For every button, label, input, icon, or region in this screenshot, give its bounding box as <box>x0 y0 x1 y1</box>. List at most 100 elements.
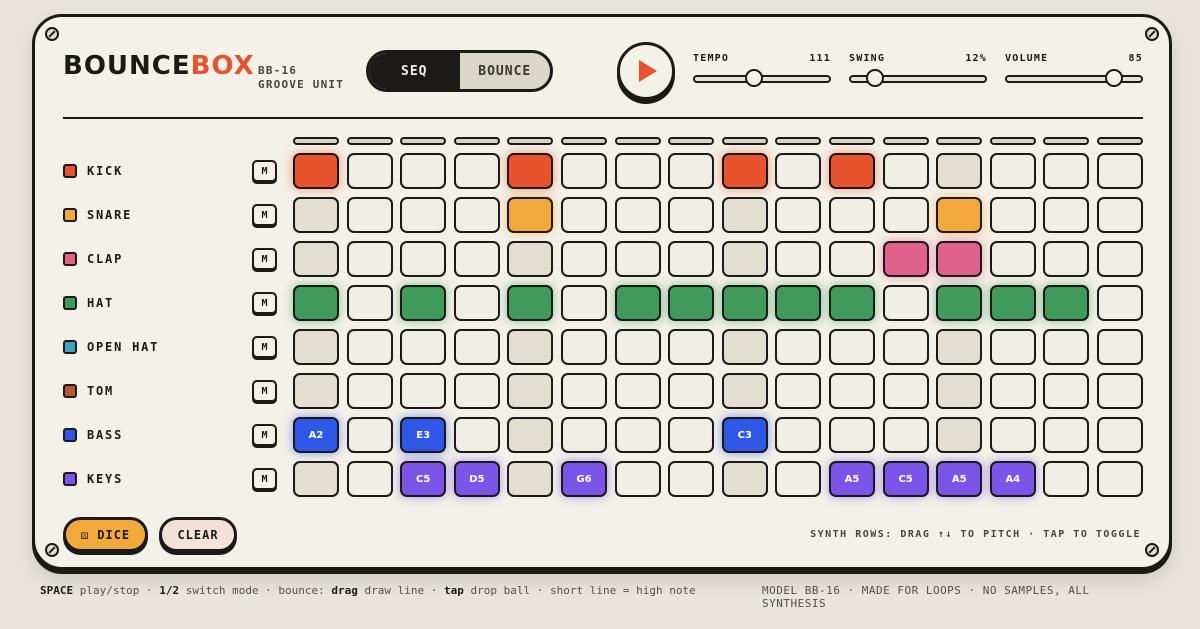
step-pad[interactable] <box>561 417 607 453</box>
step-pad[interactable] <box>668 197 715 233</box>
swing-knob[interactable] <box>866 69 885 87</box>
step-pad[interactable] <box>1043 461 1090 497</box>
step-pad[interactable] <box>614 197 661 233</box>
step-pad[interactable] <box>346 153 393 189</box>
step-pad[interactable] <box>775 417 822 453</box>
step-pad[interactable] <box>1043 241 1090 277</box>
step-pad[interactable] <box>775 329 822 365</box>
step-pad[interactable] <box>775 197 822 233</box>
clear-button[interactable]: CLEAR <box>159 517 237 552</box>
step-pad[interactable] <box>293 241 339 277</box>
mode-bounce-button[interactable]: BOUNCE <box>460 53 551 89</box>
step-pad[interactable] <box>829 417 875 453</box>
step-pad[interactable] <box>293 373 339 409</box>
step-pad[interactable] <box>989 153 1036 189</box>
step-pad[interactable] <box>936 153 983 189</box>
step-pad[interactable] <box>293 197 339 233</box>
step-pad[interactable] <box>989 241 1036 277</box>
tempo-track[interactable] <box>693 69 831 87</box>
step-pad[interactable]: E3 <box>400 417 447 453</box>
step-pad[interactable] <box>293 153 339 189</box>
step-pad[interactable] <box>989 197 1036 233</box>
step-pad[interactable] <box>1043 285 1090 321</box>
step-pad[interactable] <box>721 373 768 409</box>
step-pad[interactable] <box>1097 461 1143 497</box>
step-pad[interactable] <box>668 417 715 453</box>
step-pad[interactable] <box>293 285 339 321</box>
step-pad[interactable] <box>614 241 661 277</box>
step-pad[interactable] <box>1097 285 1143 321</box>
step-pad[interactable] <box>293 329 339 365</box>
step-pad[interactable] <box>1043 373 1090 409</box>
step-pad[interactable] <box>1043 153 1090 189</box>
step-pad[interactable] <box>668 153 715 189</box>
tempo-knob[interactable] <box>744 69 763 87</box>
step-pad[interactable] <box>346 285 393 321</box>
step-pad[interactable] <box>882 373 929 409</box>
step-pad[interactable] <box>453 153 500 189</box>
mode-seq-button[interactable]: SEQ <box>369 53 460 89</box>
step-pad[interactable] <box>829 329 875 365</box>
step-pad[interactable] <box>936 285 983 321</box>
step-pad[interactable] <box>293 461 339 497</box>
step-pad[interactable] <box>721 241 768 277</box>
step-pad[interactable] <box>936 417 983 453</box>
step-pad[interactable] <box>775 153 822 189</box>
step-pad[interactable] <box>507 373 554 409</box>
swing-track[interactable] <box>849 69 987 87</box>
step-pad[interactable] <box>346 461 393 497</box>
step-pad[interactable] <box>668 329 715 365</box>
step-pad[interactable] <box>1097 417 1143 453</box>
volume-track[interactable] <box>1005 69 1143 87</box>
step-pad[interactable] <box>721 285 768 321</box>
step-pad[interactable] <box>936 373 983 409</box>
step-pad[interactable] <box>668 241 715 277</box>
step-pad[interactable] <box>721 461 768 497</box>
step-pad[interactable] <box>614 285 661 321</box>
step-pad[interactable] <box>453 417 500 453</box>
volume-knob[interactable] <box>1105 69 1124 87</box>
mute-button-bass[interactable]: M <box>252 424 277 446</box>
step-pad[interactable] <box>721 329 768 365</box>
step-pad[interactable] <box>1043 197 1090 233</box>
step-pad[interactable] <box>614 329 661 365</box>
step-pad[interactable] <box>346 329 393 365</box>
step-pad[interactable] <box>775 373 822 409</box>
step-pad[interactable] <box>882 329 929 365</box>
step-pad[interactable] <box>561 197 607 233</box>
step-pad[interactable] <box>882 241 929 277</box>
mute-button-hat[interactable]: M <box>252 292 277 314</box>
step-pad[interactable] <box>561 241 607 277</box>
step-pad[interactable]: A4 <box>989 461 1036 497</box>
play-button[interactable] <box>617 42 675 100</box>
step-pad[interactable] <box>989 373 1036 409</box>
step-pad[interactable] <box>400 329 447 365</box>
step-pad[interactable]: G6 <box>561 461 607 497</box>
step-pad[interactable] <box>561 373 607 409</box>
step-pad[interactable] <box>453 241 500 277</box>
step-pad[interactable] <box>882 285 929 321</box>
step-pad[interactable] <box>829 241 875 277</box>
step-pad[interactable] <box>561 329 607 365</box>
step-pad[interactable] <box>829 285 875 321</box>
step-pad[interactable] <box>1097 241 1143 277</box>
step-pad[interactable]: C3 <box>721 417 768 453</box>
step-pad[interactable]: C5 <box>882 461 929 497</box>
step-pad[interactable] <box>561 285 607 321</box>
step-pad[interactable] <box>936 197 983 233</box>
step-pad[interactable] <box>721 153 768 189</box>
mute-button-clap[interactable]: M <box>252 248 277 270</box>
step-pad[interactable]: A5 <box>936 461 983 497</box>
step-pad[interactable] <box>829 373 875 409</box>
step-pad[interactable] <box>453 373 500 409</box>
step-pad[interactable] <box>989 329 1036 365</box>
step-pad[interactable]: D5 <box>453 461 500 497</box>
step-pad[interactable] <box>1043 417 1090 453</box>
step-pad[interactable] <box>1043 329 1090 365</box>
step-pad[interactable] <box>507 153 554 189</box>
step-pad[interactable] <box>346 197 393 233</box>
step-pad[interactable] <box>400 197 447 233</box>
step-pad[interactable] <box>882 153 929 189</box>
mute-button-keys[interactable]: M <box>252 468 277 490</box>
step-pad[interactable] <box>882 417 929 453</box>
